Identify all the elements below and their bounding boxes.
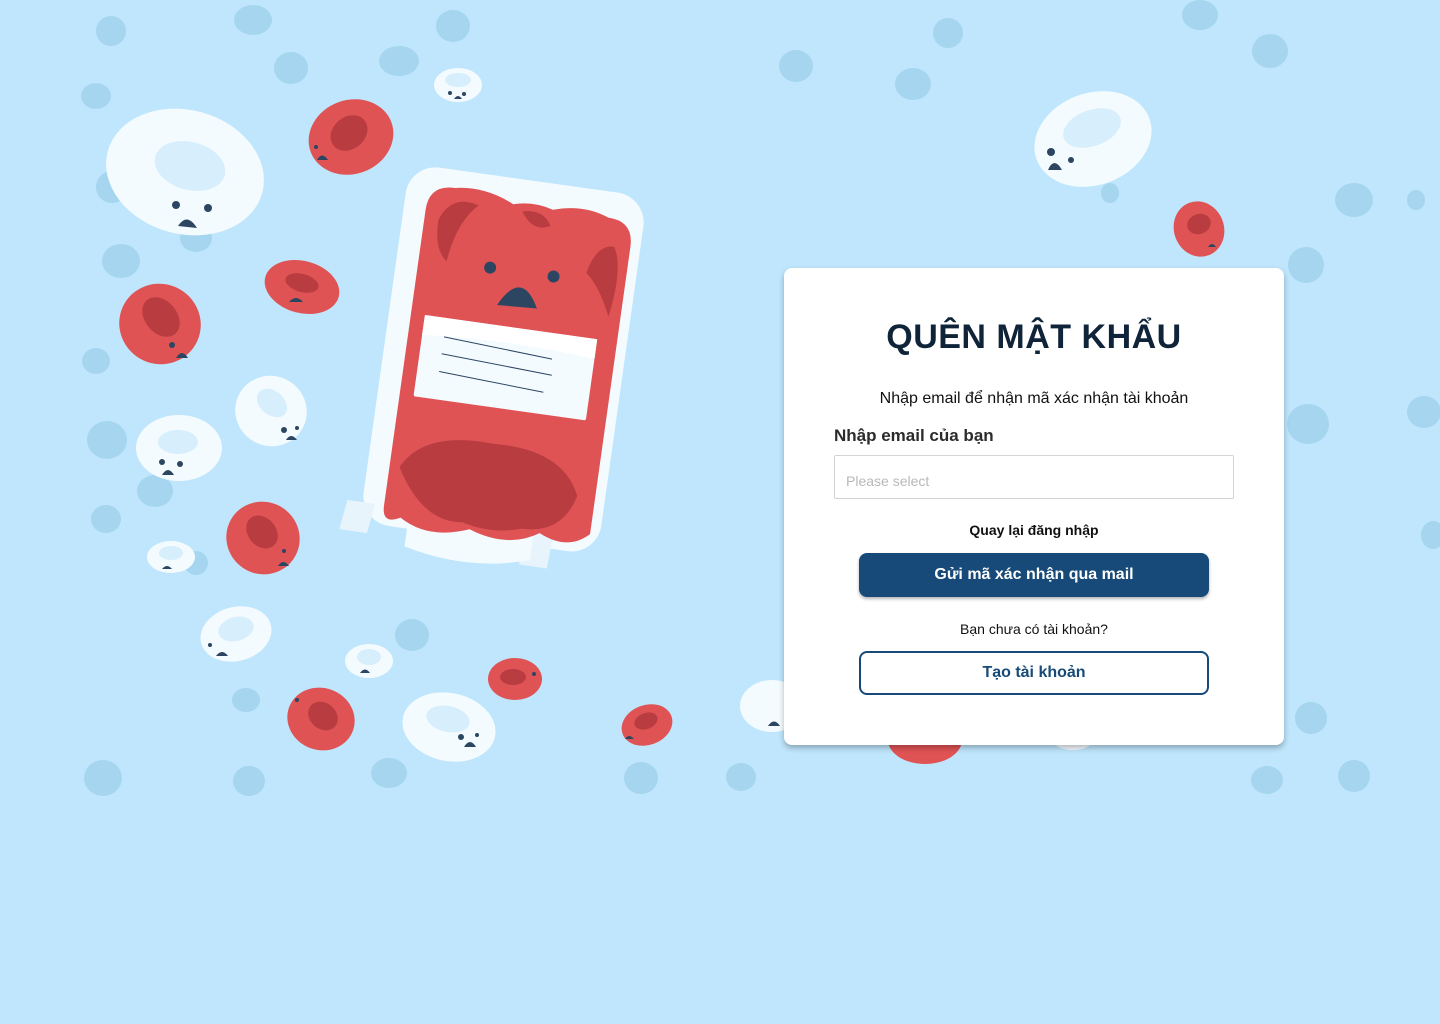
send-code-button[interactable]: Gửi mã xác nhận qua mail bbox=[859, 553, 1209, 597]
white-blood-cell-icon bbox=[235, 375, 307, 447]
email-input[interactable] bbox=[834, 455, 1234, 499]
create-account-button[interactable]: Tạo tài khoản bbox=[859, 651, 1209, 695]
white-blood-cell-icon bbox=[434, 68, 482, 102]
red-blood-cell-icon bbox=[1173, 201, 1225, 257]
red-blood-cell-icon bbox=[119, 283, 201, 365]
email-label: Nhập email của bạn bbox=[834, 426, 994, 445]
blood-bag-icon bbox=[339, 167, 644, 569]
page-title: QUÊN MẬT KHẨU bbox=[886, 318, 1182, 356]
red-blood-cell-icon bbox=[488, 658, 542, 700]
white-blood-cell-icon bbox=[106, 108, 264, 236]
white-blood-cell-icon bbox=[402, 692, 496, 762]
form-subtitle: Nhập email để nhận mã xác nhận tài khoản bbox=[879, 390, 1189, 407]
white-blood-cell-icon bbox=[200, 606, 272, 662]
white-blood-cell-icon bbox=[345, 644, 393, 678]
back-to-login-link[interactable]: Quay lại đăng nhập bbox=[784, 522, 1284, 538]
white-blood-cell-icon bbox=[147, 541, 195, 573]
white-blood-cell-icon bbox=[1034, 91, 1152, 187]
red-blood-cell-icon bbox=[264, 260, 340, 314]
red-blood-cell-icon bbox=[287, 687, 355, 751]
no-account-text: Bạn chưa có tài khoản? bbox=[960, 621, 1108, 637]
white-blood-cell-icon bbox=[136, 415, 222, 481]
red-blood-cell-icon bbox=[226, 501, 300, 575]
red-blood-cell-icon bbox=[621, 704, 673, 746]
forgot-password-card: QUÊN MẬT KHẨU Nhập email để nhận mã xác … bbox=[784, 268, 1284, 745]
red-blood-cell-icon bbox=[308, 99, 394, 175]
